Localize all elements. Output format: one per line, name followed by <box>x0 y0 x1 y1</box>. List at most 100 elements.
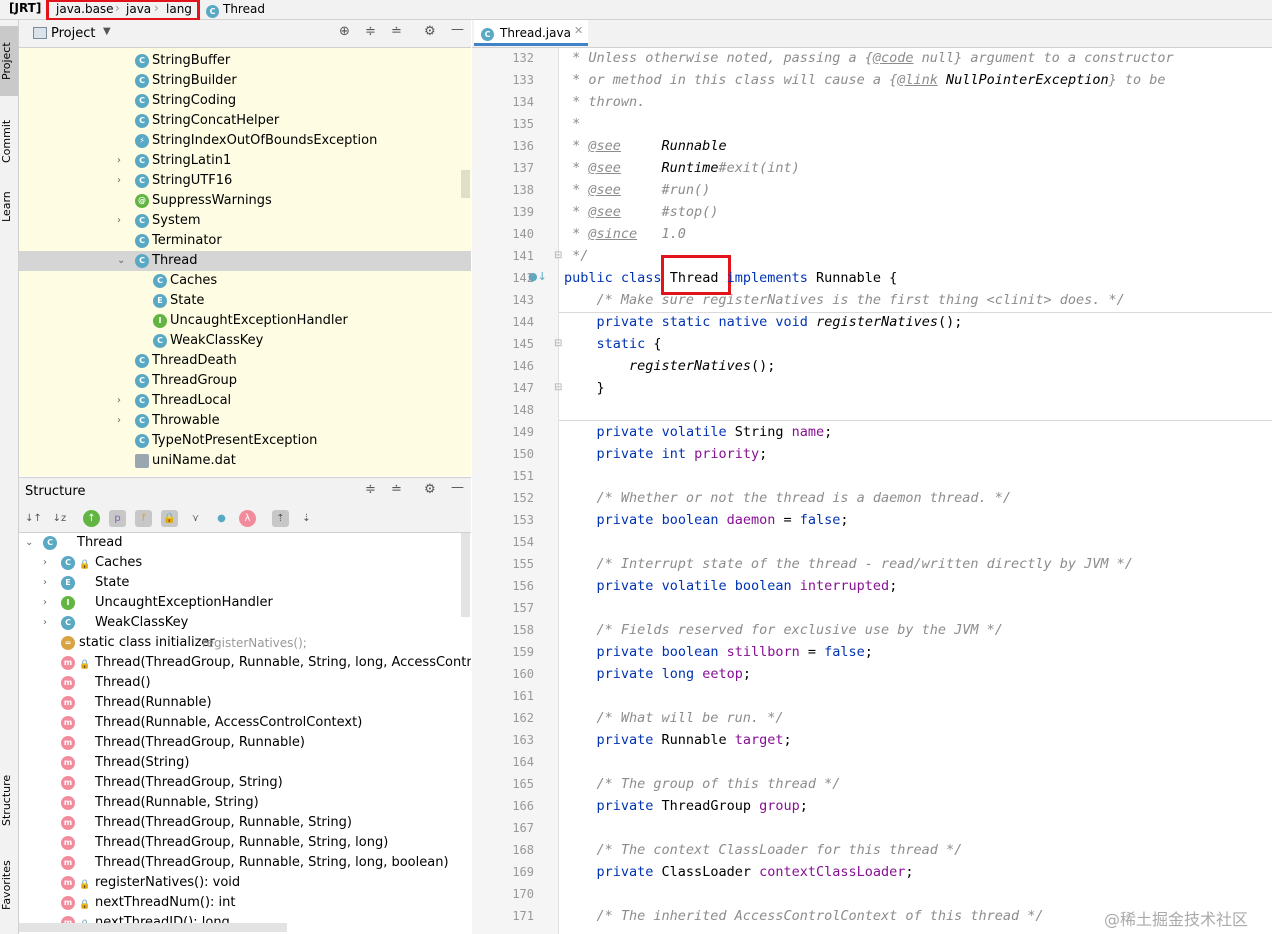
tree-item[interactable]: @ SuppressWarnings <box>19 191 471 211</box>
show-fields-icon[interactable]: f <box>135 510 152 527</box>
breadcrumb-root[interactable]: [JRT] <box>9 1 41 15</box>
tree-item[interactable]: C Terminator <box>19 231 471 251</box>
structure-item[interactable]: › C WeakClassKey <box>19 613 471 633</box>
chevron-right-icon[interactable]: › <box>117 391 121 411</box>
horizontal-scrollbar-thumb[interactable] <box>19 923 287 932</box>
fold-icon[interactable]: ⊟ <box>554 250 562 261</box>
chevron-right-icon[interactable]: › <box>43 613 47 633</box>
fold-icon[interactable]: ⊟ <box>554 338 562 349</box>
locate-icon[interactable]: ⊕ <box>339 24 350 39</box>
structure-item[interactable]: m Thread(Runnable, AccessControlContext) <box>19 713 471 733</box>
code-line: /* Whether or not the thread is a daemon… <box>564 490 1012 506</box>
tree-item-selected[interactable]: ⌄ C Thread <box>19 251 471 271</box>
tree-item[interactable]: C ThreadGroup <box>19 371 471 391</box>
structure-item[interactable]: m Thread(ThreadGroup, Runnable, String, l… <box>19 833 471 853</box>
scrollbar-thumb[interactable] <box>461 170 470 198</box>
chevron-right-icon[interactable]: › <box>43 593 47 613</box>
tree-item[interactable]: E State <box>19 291 471 311</box>
minimize-icon[interactable]: — <box>451 22 464 37</box>
line-number: 132 <box>512 51 534 65</box>
chevron-right-icon[interactable]: › <box>117 171 121 191</box>
expand-all-icon[interactable]: ≑ <box>365 24 376 39</box>
tree-item[interactable]: C StringConcatHelper <box>19 111 471 131</box>
class-icon: C <box>135 154 149 168</box>
structure-item[interactable]: m 🔒 registerNatives(): void <box>19 873 471 893</box>
tree-item[interactable]: › C Throwable <box>19 411 471 431</box>
collapse-all-icon[interactable]: ≐ <box>391 482 402 497</box>
structure-item[interactable]: m Thread(Runnable, String) <box>19 793 471 813</box>
gear-icon[interactable]: ⚙ <box>424 482 436 497</box>
watermark: @稀土掘金技术社区 <box>1104 910 1249 929</box>
structure-item[interactable]: m 🔒 Thread(ThreadGroup, Runnable, String, … <box>19 653 471 673</box>
structure-panel-header: Structure ≑ ≐ ⚙ — <box>19 477 471 505</box>
breadcrumb-item-thread[interactable]: Thread <box>223 2 265 16</box>
structure-item[interactable]: › I UncaughtExceptionHandler <box>19 593 471 613</box>
project-panel-title[interactable]: Project <box>51 26 95 41</box>
tree-item[interactable]: C Caches <box>19 271 471 291</box>
project-tree: C StringBuffer C StringBuilder C StringCodi… <box>19 48 471 476</box>
tool-tab-structure[interactable]: Structure <box>0 765 18 835</box>
tool-tab-favorites[interactable]: Favorites <box>0 850 18 920</box>
autoscroll-from-source-icon[interactable]: ⇣ <box>298 510 315 527</box>
structure-item[interactable]: = static class initializer registerNatives… <box>19 633 471 653</box>
chevron-right-icon[interactable]: › <box>117 211 121 231</box>
structure-item[interactable]: m Thread(ThreadGroup, String) <box>19 773 471 793</box>
sort-visibility-icon[interactable]: ↓↑ <box>25 510 42 527</box>
chevron-right-icon[interactable]: › <box>43 553 47 573</box>
chevron-down-icon[interactable]: ⌄ <box>117 251 125 271</box>
minimize-icon[interactable]: — <box>451 480 464 495</box>
tree-item[interactable]: › C ThreadLocal <box>19 391 471 411</box>
tab-thread-java[interactable]: C Thread.java ✕ <box>474 20 588 46</box>
tree-item[interactable]: › C StringUTF16 <box>19 171 471 191</box>
close-icon[interactable]: ✕ <box>574 24 583 37</box>
structure-item[interactable]: ⌄ C Thread <box>19 533 471 553</box>
scrollbar-thumb[interactable] <box>461 533 470 617</box>
show-properties-icon[interactable]: p <box>109 510 126 527</box>
structure-item[interactable]: m Thread(ThreadGroup, Runnable, String) <box>19 813 471 833</box>
collapse-all-icon[interactable]: ≐ <box>391 24 402 39</box>
lock-icon: 🔒 <box>79 660 91 670</box>
expand-all-icon[interactable]: ≑ <box>365 482 376 497</box>
file-icon <box>135 454 149 468</box>
autoscroll-to-source-icon[interactable]: ⇡ <box>272 510 289 527</box>
structure-item[interactable]: m Thread(String) <box>19 753 471 773</box>
tool-tab-project[interactable]: Project <box>0 26 18 96</box>
structure-item[interactable]: m Thread() <box>19 673 471 693</box>
structure-item[interactable]: m 🔒 nextThreadNum(): int <box>19 893 471 913</box>
show-inherited-icon[interactable]: ↑ <box>83 510 100 527</box>
tree-item[interactable]: C TypeNotPresentException <box>19 431 471 451</box>
tree-item[interactable]: uniName.dat <box>19 451 471 471</box>
structure-item[interactable]: m Thread(ThreadGroup, Runnable, String, l… <box>19 853 471 873</box>
line-number: 153 <box>512 513 534 527</box>
tree-item[interactable]: I UncaughtExceptionHandler <box>19 311 471 331</box>
chevron-down-icon[interactable]: ⌄ <box>25 533 33 553</box>
structure-item[interactable]: › E State <box>19 573 471 593</box>
chevron-right-icon[interactable]: › <box>43 573 47 593</box>
lambda-icon[interactable]: λ <box>239 510 256 527</box>
chevron-right-icon[interactable]: › <box>117 151 121 171</box>
tool-tab-commit[interactable]: Commit <box>0 106 18 176</box>
line-number: 159 <box>512 645 534 659</box>
tree-item[interactable]: C StringBuilder <box>19 71 471 91</box>
structure-item[interactable]: › C 🔒 Caches <box>19 553 471 573</box>
structure-item[interactable]: m Thread(Runnable) <box>19 693 471 713</box>
chevron-right-icon[interactable]: › <box>117 411 121 431</box>
show-anonymous-icon[interactable]: ⋎ <box>187 510 204 527</box>
method-icon: m <box>61 776 75 790</box>
show-non-public-icon[interactable]: 🔒 <box>161 510 178 527</box>
gear-icon[interactable]: ⚙ <box>424 24 436 39</box>
tree-item[interactable]: ⚡ StringIndexOutOfBoundsException <box>19 131 471 151</box>
tree-item[interactable]: C WeakClassKey <box>19 331 471 351</box>
line-number: 158 <box>512 623 534 637</box>
show-lambdas-icon[interactable]: ● <box>213 510 230 527</box>
tree-item[interactable]: C ThreadDeath <box>19 351 471 371</box>
tree-item[interactable]: › C System <box>19 211 471 231</box>
tree-item[interactable]: C StringCoding <box>19 91 471 111</box>
sort-alphabetical-icon[interactable]: ↓z <box>51 510 68 527</box>
tool-tab-learn[interactable]: Learn <box>0 182 18 232</box>
structure-item[interactable]: m Thread(ThreadGroup, Runnable) <box>19 733 471 753</box>
chevron-down-icon[interactable]: ▼ <box>103 26 111 37</box>
tree-item[interactable]: C StringBuffer <box>19 51 471 71</box>
fold-icon[interactable]: ⊟ <box>554 382 562 393</box>
tree-item[interactable]: › C StringLatin1 <box>19 151 471 171</box>
